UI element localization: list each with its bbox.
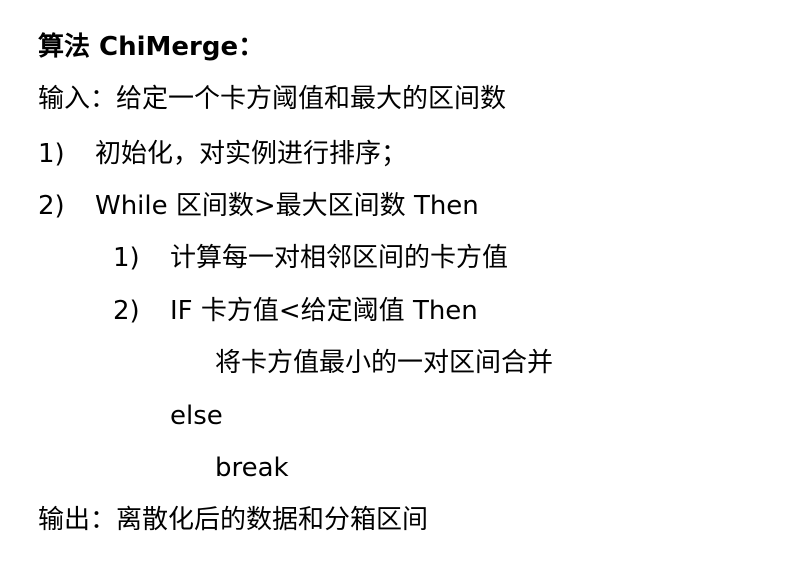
step-1-number: 1) bbox=[38, 139, 65, 169]
algorithm-output: 输出：离散化后的数据和分箱区间 bbox=[38, 505, 429, 535]
substep-2-text: IF 卡方值<给定阈值 Then bbox=[170, 296, 478, 326]
break-keyword: break bbox=[215, 453, 289, 483]
step-1-text: 初始化，对实例进行排序； bbox=[95, 139, 408, 169]
substep-2-number: 2) bbox=[113, 296, 140, 326]
substep-1-number: 1) bbox=[113, 243, 140, 273]
else-keyword: else bbox=[170, 401, 223, 431]
algorithm-input: 输入：给定一个卡方阈值和最大的区间数 bbox=[38, 84, 507, 114]
merge-action: 将卡方值最小的一对区间合并 bbox=[215, 348, 554, 378]
step-2-number: 2) bbox=[38, 191, 65, 221]
substep-1-text: 计算每一对相邻区间的卡方值 bbox=[170, 243, 509, 273]
algorithm-title: 算法 ChiMerge： bbox=[38, 32, 265, 62]
algorithm-document: 算法 ChiMerge： 输入：给定一个卡方阈值和最大的区间数 1) 初始化，对… bbox=[0, 0, 808, 580]
step-2-text: While 区间数>最大区间数 Then bbox=[95, 191, 479, 221]
